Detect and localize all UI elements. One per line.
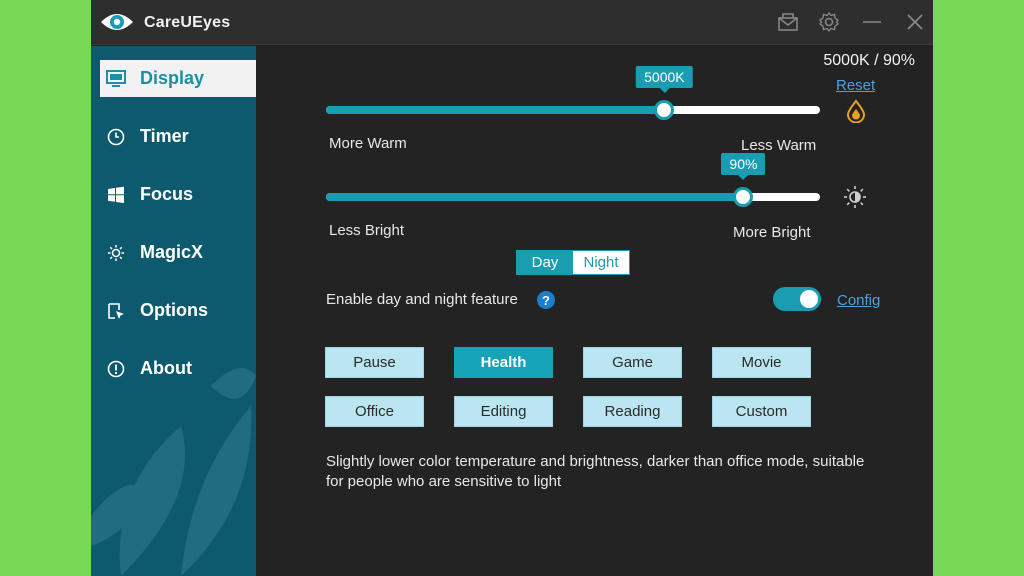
sidebar-item-display[interactable]: Display xyxy=(100,60,256,97)
brightness-value-badge: 90% xyxy=(721,153,766,180)
brightness-fill xyxy=(326,193,744,201)
day-night-toggle[interactable] xyxy=(773,287,821,311)
sidebar-item-magicx[interactable]: MagicX xyxy=(100,234,256,271)
status-readout: 5000K / 90% xyxy=(823,52,915,69)
day-night-switch: Day Night xyxy=(516,250,630,275)
eye-logo-icon xyxy=(101,14,133,30)
mode-button-health[interactable]: Health xyxy=(454,347,553,378)
brightness-sun-icon[interactable] xyxy=(843,185,867,209)
toggle-knob xyxy=(800,290,818,308)
app-title: CareUEyes xyxy=(144,14,231,31)
gear-icon[interactable] xyxy=(816,9,842,35)
mode-button-pause[interactable]: Pause xyxy=(325,347,424,378)
less-warm-label: Less Warm xyxy=(741,137,817,154)
sidebar-item-timer[interactable]: Timer xyxy=(100,118,256,155)
app-window: CareUEyes Display Timer Focus MagicX Opt… xyxy=(91,0,933,576)
temperature-value-badge: 5000K xyxy=(636,66,693,93)
brightness-thumb[interactable] xyxy=(733,187,754,207)
mode-description: Slightly lower color temperature and bri… xyxy=(326,453,865,490)
sparkle-icon xyxy=(106,243,126,263)
mode-button-custom[interactable]: Custom xyxy=(712,396,811,427)
mail-icon[interactable] xyxy=(775,9,801,35)
mode-button-editing[interactable]: Editing xyxy=(454,396,553,427)
display-panel: 5000K / 90% Reset 5000K More Warm Less W… xyxy=(256,46,933,576)
sidebar-item-about[interactable]: About xyxy=(100,350,256,387)
sidebar-item-label: Focus xyxy=(140,184,194,204)
reset-link[interactable]: Reset xyxy=(836,77,875,94)
clock-icon xyxy=(106,127,126,147)
day-option[interactable]: Day xyxy=(517,251,573,274)
sidebar-item-label: About xyxy=(140,358,192,378)
options-icon xyxy=(106,301,126,321)
brightness-slider[interactable]: 90% xyxy=(326,153,820,207)
sidebar-item-label: MagicX xyxy=(140,242,204,262)
info-icon xyxy=(106,359,126,379)
help-icon[interactable]: ? xyxy=(537,291,555,309)
windows-icon xyxy=(106,185,126,205)
sidebar-item-label: Display xyxy=(140,68,205,88)
less-bright-label: Less Bright xyxy=(329,222,405,239)
sidebar-item-focus[interactable]: Focus xyxy=(100,176,256,213)
sidebar: Display Timer Focus MagicX Options About xyxy=(91,46,256,576)
more-warm-label: More Warm xyxy=(329,135,407,152)
mode-button-office[interactable]: Office xyxy=(325,396,424,427)
more-bright-label: More Bright xyxy=(733,224,811,241)
sidebar-item-options[interactable]: Options xyxy=(100,292,256,329)
color-drop-icon[interactable] xyxy=(846,99,866,123)
temperature-thumb[interactable] xyxy=(654,100,675,120)
monitor-icon xyxy=(106,69,126,89)
mode-button-movie[interactable]: Movie xyxy=(712,347,811,378)
day-night-feature-label: Enable day and night feature xyxy=(326,291,518,308)
minimize-icon[interactable] xyxy=(859,9,885,35)
night-option[interactable]: Night xyxy=(573,251,629,274)
title-bar[interactable]: CareUEyes xyxy=(91,0,933,45)
close-icon[interactable] xyxy=(902,9,928,35)
sidebar-item-label: Options xyxy=(140,300,208,320)
temperature-fill xyxy=(326,106,665,114)
mode-button-game[interactable]: Game xyxy=(583,347,682,378)
config-link[interactable]: Config xyxy=(837,292,880,309)
temperature-slider[interactable]: 5000K xyxy=(326,66,820,120)
sidebar-item-label: Timer xyxy=(140,126,189,146)
mode-button-reading[interactable]: Reading xyxy=(583,396,682,427)
